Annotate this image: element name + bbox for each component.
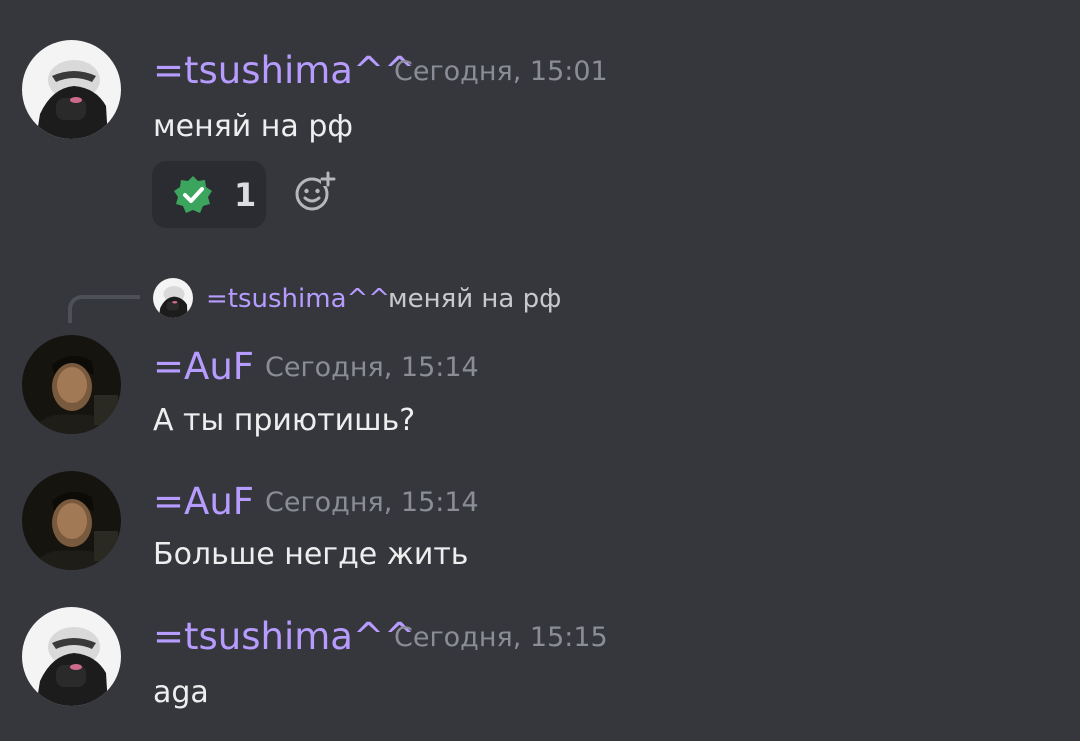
message-text: aga <box>153 675 209 710</box>
username[interactable]: =tsushima^^ <box>153 617 415 657</box>
timestamp: Сегодня, 15:15 <box>394 622 608 653</box>
message-item: =tsushima^^ Сегодня, 15:15 aga <box>0 0 1080 741</box>
masked-person-icon <box>22 607 121 706</box>
avatar[interactable] <box>22 607 121 706</box>
